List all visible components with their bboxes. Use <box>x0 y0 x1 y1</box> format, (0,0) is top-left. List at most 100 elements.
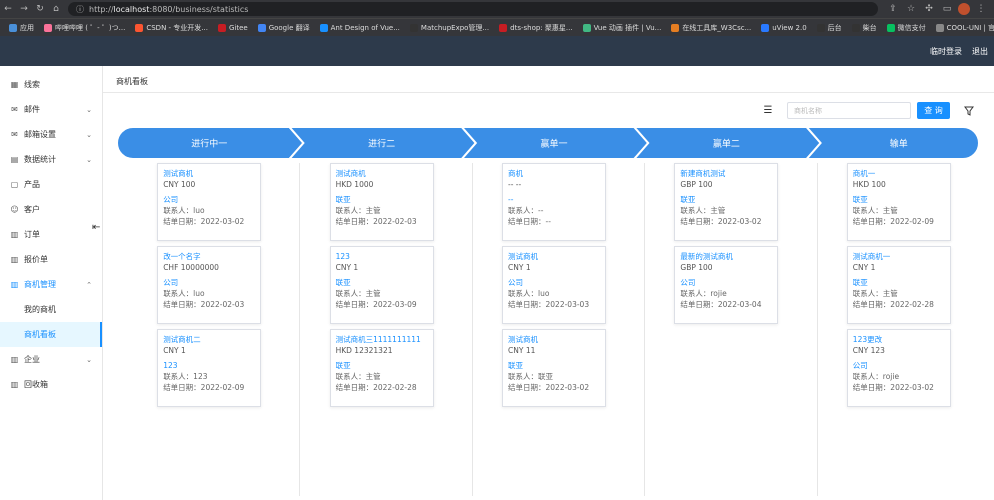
logout-link[interactable]: 退出 <box>972 46 988 57</box>
list-view-icon[interactable]: ☰ <box>761 104 775 118</box>
card-contact: 联系人：主管 <box>335 372 381 381</box>
temp-login-link[interactable]: 临时登录 <box>930 46 962 57</box>
bookmark-item[interactable]: 在线工具库_W3Csc... <box>666 23 756 33</box>
grid-icon: ▦ <box>10 80 19 89</box>
app-header: 临时登录 退出 <box>0 36 994 66</box>
toolbar: ☰ 查 询 <box>761 102 976 119</box>
opportunity-card[interactable]: 测试商机 CNY 11 联亚 联系人：联亚 结单日期：2022-03-02 <box>502 329 606 407</box>
sidebar-item[interactable]: ✉ 邮箱设置 ⌄ <box>0 122 102 147</box>
card-close-date: 结单日期：2022-03-02 <box>680 217 762 226</box>
home-icon[interactable]: ⌂ <box>48 0 64 18</box>
sidebar-item[interactable]: ▤ 数据统计 ⌄ <box>0 147 102 172</box>
card-close-date: 结单日期：-- <box>508 217 551 226</box>
sidebar-subitem[interactable]: 我的商机 <box>0 297 102 322</box>
sidebar-item-label: 客户 <box>24 205 40 214</box>
filter-icon[interactable] <box>962 104 976 118</box>
sidebar-toggle-icon[interactable]: ▭ <box>940 4 954 14</box>
stage-label: 进行中一 <box>191 138 227 150</box>
card-title: 测试商机一 <box>852 252 891 261</box>
bookmark-item[interactable]: uView 2.0 <box>756 23 811 32</box>
bookmark-item[interactable]: COOL-UNI | 官方... <box>931 23 994 33</box>
bookmark-label: uView 2.0 <box>772 23 807 32</box>
opportunity-card[interactable]: 测试商机 HKD 1000 联亚 联系人：主管 结单日期：2022-02-03 <box>329 163 434 241</box>
url-scheme: http:// <box>89 4 114 14</box>
card-contact: 联系人：-- <box>508 206 544 215</box>
sidebar-item[interactable]: ▥ 企业 ⌄ <box>0 347 102 372</box>
opportunity-card[interactable]: 商机 -- -- -- 联系人：-- 结单日期：-- <box>502 163 606 241</box>
reload-icon[interactable]: ↻ <box>32 0 48 18</box>
opportunity-card[interactable]: 测试商机 CNY 100 公司 联系人：luo 结单日期：2022-03-02 <box>157 163 262 241</box>
extensions-icon[interactable]: ✣ <box>922 4 936 14</box>
card-amount: GBP 100 <box>680 180 713 189</box>
doc-icon: ▥ <box>10 380 19 389</box>
bookmark-item[interactable]: Ant Design of Vue... <box>315 23 405 32</box>
bookmark-label: 应用 <box>20 23 34 32</box>
bookmark-item[interactable]: 柴台 <box>847 23 882 33</box>
sidebar-subitem[interactable]: 商机看板 <box>0 322 102 347</box>
sidebar-item[interactable]: ▢ 产品 <box>0 172 102 197</box>
sidebar-item[interactable]: ▥ 报价单 <box>0 247 102 272</box>
opportunity-card[interactable]: 改一个名字 CHF 10000000 公司 联系人：luo 结单日期：2022-02-0… <box>157 246 262 324</box>
bookmark-label: 柴台 <box>862 23 877 32</box>
opportunity-card[interactable]: 测试商机一 CNY 1 联亚 联系人：主管 结单日期：2022-02-28 <box>846 246 951 324</box>
bookmark-label: 微信支付 <box>897 23 926 32</box>
bookmark-favicon-icon <box>851 23 860 32</box>
bookmark-item[interactable]: dts-shop: 聚惠星... <box>494 23 577 33</box>
profile-avatar[interactable] <box>958 3 970 15</box>
opportunity-card[interactable]: 123 CNY 1 联亚 联系人：主管 结单日期：2022-03-09 <box>329 246 434 324</box>
bookmark-item[interactable]: 微信支付 <box>882 23 931 33</box>
opportunity-card[interactable]: 测试商机 CNY 1 公司 联系人：luo 结单日期：2022-03-03 <box>502 246 606 324</box>
star-icon[interactable]: ☆ <box>904 4 918 14</box>
opportunity-card[interactable]: 商机一 HKD 100 联亚 联系人：主管 结单日期：2022-02-09 <box>846 163 951 241</box>
sidebar-item[interactable]: ▦ 线索 <box>0 72 102 97</box>
bookmark-item[interactable]: 哔哩哔哩 ( ゜- ゜)つ... <box>39 23 130 33</box>
sidebar-item[interactable]: ▥ 回收箱 <box>0 372 102 397</box>
sidebar-item[interactable]: ▥ 商机管理 ⌃ <box>0 272 102 297</box>
chevron-down-icon: ⌄ <box>86 155 92 164</box>
card-close-date: 结单日期：2022-03-02 <box>163 217 245 226</box>
bookmark-item[interactable]: 后台 <box>812 23 847 33</box>
breadcrumb: 商机看板 <box>116 77 148 86</box>
bookmark-item[interactable]: Google 翻译 <box>253 23 315 33</box>
collapse-sidebar-icon[interactable]: ⇤ <box>92 222 100 233</box>
opportunity-card[interactable]: 测试商机二 CNY 1 123 联系人：123 结单日期：2022-02-09 <box>157 329 262 407</box>
mail-icon: ✉ <box>11 105 18 114</box>
card-company: 联亚 <box>508 361 523 370</box>
card-contact: 联系人：luo <box>508 289 550 298</box>
chevron-down-icon: ⌄ <box>86 130 92 139</box>
user-icon: ☺ <box>10 205 19 214</box>
opportunity-card[interactable]: 123更改 CNY 123 公司 联系人：rojie 结单日期：2022-03-02 <box>846 329 951 407</box>
forward-icon[interactable]: → <box>16 0 32 18</box>
bookmark-item[interactable]: 应用 <box>4 23 39 33</box>
bookmark-label: CSDN - 专业开发... <box>146 23 208 32</box>
search-input[interactable] <box>787 102 911 119</box>
address-bar[interactable]: ⓘ http://localhost:8080/business/statist… <box>68 2 878 16</box>
opportunity-card[interactable]: 最新的测试商机 GBP 100 公司 联系人：rojie 结单日期：2022-03-04 <box>674 246 779 324</box>
card-title: 商机一 <box>852 169 876 178</box>
bookmark-item[interactable]: MatchupExpo管理... <box>405 23 494 33</box>
bookmark-favicon-icon <box>671 23 680 32</box>
bookmark-item[interactable]: CSDN - 专业开发... <box>130 23 213 33</box>
bookmark-item[interactable]: Gitee <box>213 23 253 32</box>
menu-dots-icon[interactable]: ⋮ <box>974 4 988 14</box>
column-divider <box>816 163 818 496</box>
card-amount: HKD 1000 <box>335 180 374 189</box>
stage-pipeline: 进行中一 进行二 赢单一 赢单二 输单 <box>117 127 979 159</box>
info-icon: ⓘ <box>76 4 84 14</box>
card-amount: CNY 1 <box>508 263 531 272</box>
card-company: 公司 <box>163 278 179 287</box>
sidebar-item[interactable]: ✉ 邮件 ⌄ <box>0 97 102 122</box>
share-icon[interactable]: ⇪ <box>886 4 900 14</box>
opportunity-card[interactable]: 测试商机三1111111111 HKD 12321321 联亚 联系人：主管 结单日期：… <box>329 329 434 407</box>
sidebar-item[interactable]: ▥ 订单 <box>0 222 102 247</box>
bookmark-item[interactable]: Vue 动画 插件 | Vu... <box>578 23 667 33</box>
opportunity-card[interactable]: 新建商机测试 GBP 100 联亚 联系人：主管 结单日期：2022-03-02 <box>674 163 779 241</box>
back-icon[interactable]: ← <box>0 0 16 18</box>
doc-icon: ▥ <box>10 255 19 264</box>
query-button[interactable]: 查 询 <box>917 102 950 119</box>
bookmark-favicon-icon <box>761 23 770 32</box>
sidebar-item[interactable]: ☺ 客户 <box>0 197 102 222</box>
divider <box>103 92 994 93</box>
bookmark-favicon-icon <box>582 23 591 32</box>
bookmark-favicon-icon <box>886 23 895 32</box>
